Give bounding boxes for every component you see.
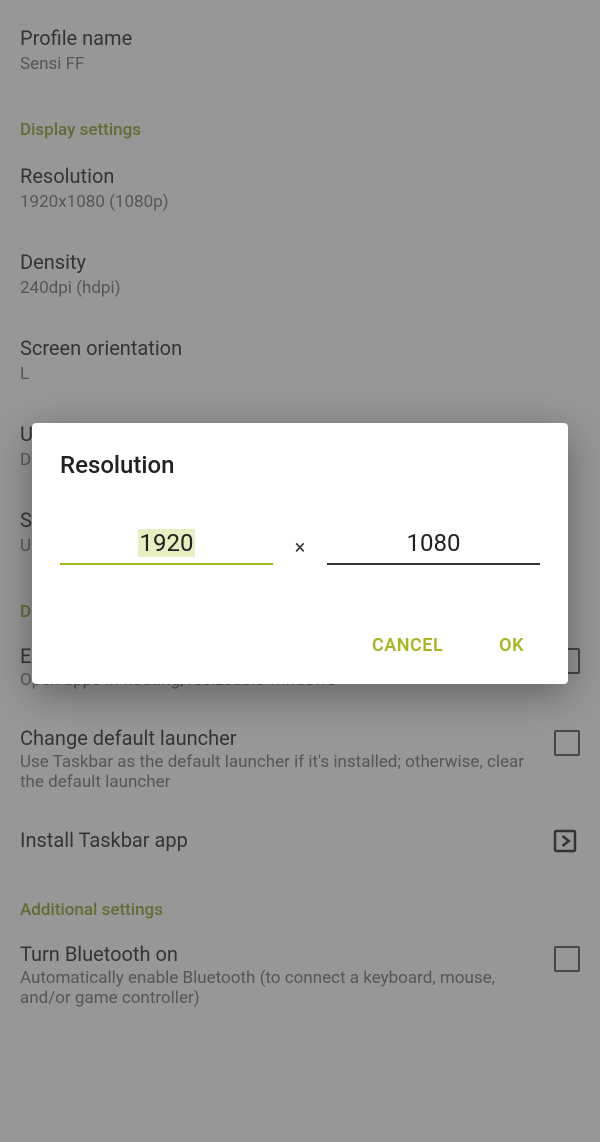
resolution-dialog: Resolution 1920 × 1080 CANCEL OK xyxy=(32,423,568,684)
width-input[interactable]: 1920 xyxy=(60,523,273,565)
dialog-actions: CANCEL OK xyxy=(60,625,540,666)
modal-overlay[interactable]: Resolution 1920 × 1080 CANCEL OK xyxy=(0,0,600,1142)
cancel-button[interactable]: CANCEL xyxy=(360,629,455,662)
multiply-icon: × xyxy=(291,535,309,565)
resolution-input-row: 1920 × 1080 xyxy=(60,523,540,565)
dialog-title: Resolution xyxy=(60,451,540,479)
ok-button[interactable]: OK xyxy=(487,629,536,662)
height-input[interactable]: 1080 xyxy=(327,523,540,565)
width-value-selected: 1920 xyxy=(138,529,196,557)
